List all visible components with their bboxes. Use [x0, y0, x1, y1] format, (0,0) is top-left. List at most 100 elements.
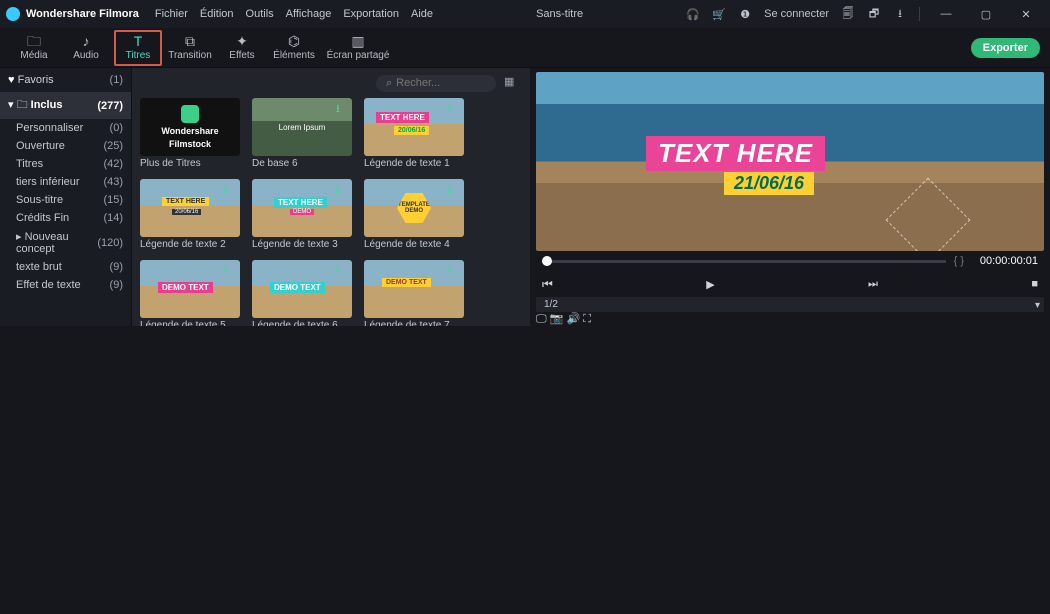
window-minimize[interactable]: — [932, 5, 960, 23]
sidebar-item-soustitre[interactable]: Sous-titre (15) [0, 191, 131, 209]
menu-aide[interactable]: Aide [411, 8, 433, 20]
hex-icon: TEMPLATEDEMO [397, 193, 431, 223]
player-fwd-button[interactable]: ⏭ [868, 278, 878, 291]
sidebar-item-label: Ouverture [16, 140, 65, 152]
share2-icon[interactable]: 🗗 [867, 7, 881, 21]
signin-link[interactable]: Se connecter [764, 7, 829, 21]
sidebar-item-textebrut[interactable]: texte brut(9) [0, 258, 131, 276]
tab-transition[interactable]: ⧉Transition [166, 30, 214, 66]
tile-legende6[interactable]: DEMO TEXT ⭳ Légende de texte 6 [252, 260, 352, 326]
scrubber-track[interactable] [542, 260, 946, 263]
support-icon[interactable]: 🎧 [686, 7, 700, 21]
tile-legende1[interactable]: TEXT HERE 20/06/16 ⭳ Légende de texte 1 [364, 98, 464, 175]
notify-icon[interactable]: ❶ [738, 7, 752, 21]
snapshot-icon[interactable]: 📷 [550, 313, 564, 325]
tab-audio[interactable]: ♪Audio [62, 30, 110, 66]
tile-legende4[interactable]: TEMPLATEDEMO ⭳ Légende de texte 4 [364, 179, 464, 256]
sidebar-inclus-label: Inclus [31, 99, 63, 111]
tab-titres[interactable]: TTitres [114, 30, 162, 66]
tile-overlay: TEXT HERE [274, 197, 327, 208]
download-icon: ⭳ [336, 100, 350, 114]
fullscreen-icon[interactable]: ⛶ [583, 313, 591, 325]
assets-searchrow: ⌕ ▦ [132, 68, 530, 98]
preview-ratio-select[interactable]: 1/2▾ [536, 297, 1044, 312]
export-button[interactable]: Exporter [971, 38, 1040, 58]
tile-thumb: TEMPLATEDEMO ⭳ [364, 179, 464, 237]
sidebar-item-count: (14) [103, 212, 123, 224]
tab-ecran[interactable]: ▥Écran partagé [322, 30, 394, 66]
tab-effets-label: Effets [229, 50, 254, 61]
tabstrip: 🗀Média ♪Audio TTitres ⧉Transition ✦Effet… [0, 28, 1050, 68]
tile-legende7[interactable]: DEMO TEXT ⭳ Légende de texte 7 [364, 260, 464, 326]
tile-thumb: Lorem Ipsum ⭳ [252, 98, 352, 156]
tab-audio-label: Audio [73, 50, 99, 61]
tile-legende5[interactable]: DEMO TEXT ⭳ Légende de texte 5 [140, 260, 240, 326]
sidebar-item-ouverture[interactable]: Ouverture(25) [0, 137, 131, 155]
player-play-button[interactable]: ▶ [706, 278, 714, 291]
sidebar-favoris[interactable]: ♥ Favoris (1) [0, 68, 131, 92]
monitor-icon[interactable]: 🖵 [536, 313, 547, 325]
share1-icon[interactable]: 🗐 [841, 7, 855, 21]
sc1: { } [954, 255, 964, 267]
download-icon: ⭳ [448, 262, 462, 276]
sidebar-item-label: Sous-titre [16, 194, 63, 206]
sidebar-item-titres[interactable]: Titres(42) [0, 155, 131, 173]
tile-legende3[interactable]: TEXT HERE DEMO ⭳ Légende de texte 3 [252, 179, 352, 256]
elements-icon: ⌬ [288, 34, 300, 48]
window-maximize[interactable]: ▢ [972, 5, 1000, 23]
preview-video[interactable]: TEXT HERE 21/06/16 [536, 72, 1044, 251]
view-grid-icon[interactable]: ▦ [504, 75, 520, 91]
player-stop-button[interactable]: ■ [1031, 278, 1038, 290]
menu-exportation[interactable]: Exportation [343, 8, 399, 20]
tab-transition-label: Transition [168, 50, 212, 61]
sidebar-item-label: Crédits Fin [16, 212, 69, 224]
menu-affichage[interactable]: Affichage [286, 8, 332, 20]
sidebar-item-label: Titres [16, 158, 43, 170]
tile-overlay: DEMO TEXT [270, 282, 325, 293]
assets-panel: ⌕ ▦ Wondershare Filmstock Plus de Titres [132, 68, 530, 326]
search-input[interactable] [396, 77, 476, 89]
menu-edition[interactable]: Édition [200, 8, 234, 20]
sidebar-item-nouveau[interactable]: ▸ Nouveau concept(120) [0, 227, 131, 258]
tab-elements[interactable]: ⌬Éléments [270, 30, 318, 66]
tile-caption: Légende de texte 6 [252, 318, 352, 326]
sidebar-item-tiers[interactable]: tiers inférieur(43) [0, 173, 131, 191]
asset-grid: Wondershare Filmstock Plus de Titres Lor… [132, 98, 530, 326]
menu-outils[interactable]: Outils [246, 8, 274, 20]
tab-media-label: Média [20, 50, 47, 61]
tile-overlay: DEMO TEXT [382, 278, 431, 287]
sidebar-item-count: (9) [110, 261, 123, 273]
preview-overlay-text: TEXT HERE [646, 136, 825, 171]
sidebar-item-credits[interactable]: Crédits Fin (14) [0, 209, 131, 227]
tile-overlay: TEXT HERE [376, 112, 429, 123]
preview-panel: TEXT HERE 21/06/16 { } 00:00:00:01 ⏮ ▶ ⏭… [530, 68, 1050, 326]
download-icon[interactable]: ⭳ [893, 7, 907, 21]
tab-effets[interactable]: ✦Effets [218, 30, 266, 66]
splitscreen-icon: ▥ [351, 34, 364, 48]
sidebar-item-count: (15) [103, 194, 123, 206]
tile-caption: Légende de texte 2 [140, 237, 240, 256]
volume-icon[interactable]: 🔊 [566, 313, 580, 325]
filmstock-text2: Filmstock [169, 139, 211, 149]
tab-media[interactable]: 🗀Média [10, 30, 58, 66]
window-close[interactable]: ✕ [1012, 5, 1040, 23]
tile-caption: Légende de texte 1 [364, 156, 464, 175]
cart-icon[interactable]: 🛒 [712, 7, 726, 21]
title-right: 🎧 🛒 ❶ Se connecter 🗐 🗗 ⭳ — ▢ ✕ [686, 5, 1044, 23]
search-input-wrapper[interactable]: ⌕ [376, 75, 496, 92]
sidebar-inclus[interactable]: ▾ 🗀 Inclus (277) [0, 92, 131, 119]
transform-handle[interactable] [886, 178, 971, 251]
tile-filmstock[interactable]: Wondershare Filmstock Plus de Titres [140, 98, 240, 175]
scrubber-thumb[interactable] [542, 256, 552, 266]
chevron-right-icon: ▸ [16, 231, 22, 243]
sidebar-item-effettexte[interactable]: Effet de texte(9) [0, 276, 131, 294]
scrubber: { } 00:00:00:01 [536, 251, 1044, 271]
tile-base6[interactable]: Lorem Ipsum ⭳ De base 6 [252, 98, 352, 175]
sidebar-item-count: (120) [97, 237, 123, 249]
player-prev-button[interactable]: ⏮ [542, 277, 553, 292]
tile-legende2[interactable]: TEXT HERE 20/06/16 ⭳ Légende de texte 2 [140, 179, 240, 256]
filmstock-icon [181, 105, 199, 123]
sidebar-item-personnaliser[interactable]: Personnaliser(0) [0, 119, 131, 137]
menu-fichier[interactable]: Fichier [155, 8, 188, 20]
download-icon: ⭳ [448, 100, 462, 114]
